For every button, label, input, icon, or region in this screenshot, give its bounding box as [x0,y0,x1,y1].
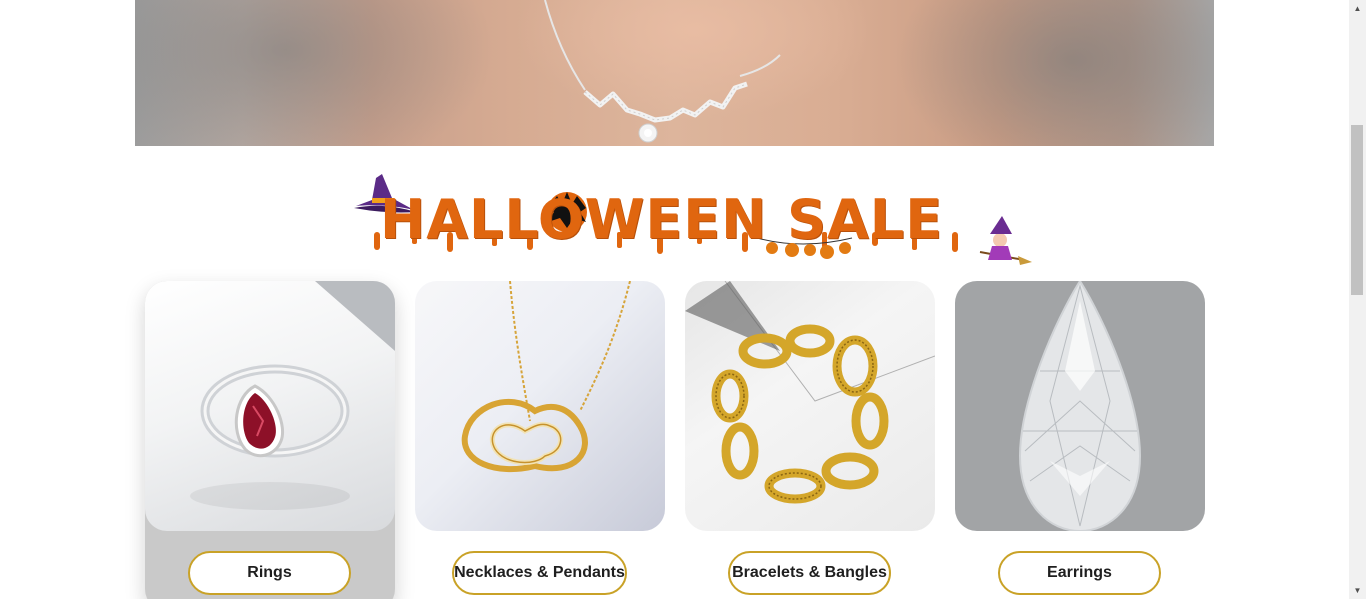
category-card-necklaces-pendants[interactable]: Necklaces & Pendants [415,281,665,599]
hero-image[interactable] [135,0,1214,146]
category-list: Rings Necklaces & Pendants Bracelets & B… [145,281,1205,599]
vertical-scrollbar[interactable]: ▲ ▼ [1349,0,1366,599]
bracelets-image[interactable] [685,281,935,531]
earrings-image[interactable] [955,281,1205,531]
category-card-rings[interactable]: Rings [145,281,395,599]
scrollbar-thumb[interactable] [1351,125,1363,295]
category-card-earrings[interactable]: Earrings [955,281,1205,599]
necklace-graphic [544,0,781,143]
rings-button[interactable]: Rings [188,551,351,595]
witch-on-broom-icon [979,216,1032,265]
scroll-down-icon[interactable]: ▼ [1349,582,1366,599]
scroll-up-icon[interactable]: ▲ [1349,0,1366,17]
rings-image[interactable] [145,281,395,531]
page: HALLOWEEN SALE Rings Necklaces & Pendant… [0,0,1349,599]
necklaces-pendants-button[interactable]: Necklaces & Pendants [452,551,627,595]
category-card-bracelets-bangles[interactable]: Bracelets & Bangles [685,281,935,599]
earrings-button[interactable]: Earrings [998,551,1161,595]
banner-title: HALLOWEEN SALE [380,188,944,251]
necklaces-image[interactable] [415,281,665,531]
halloween-sale-banner[interactable]: HALLOWEEN SALE [352,168,1032,268]
bracelets-bangles-button[interactable]: Bracelets & Bangles [728,551,891,595]
